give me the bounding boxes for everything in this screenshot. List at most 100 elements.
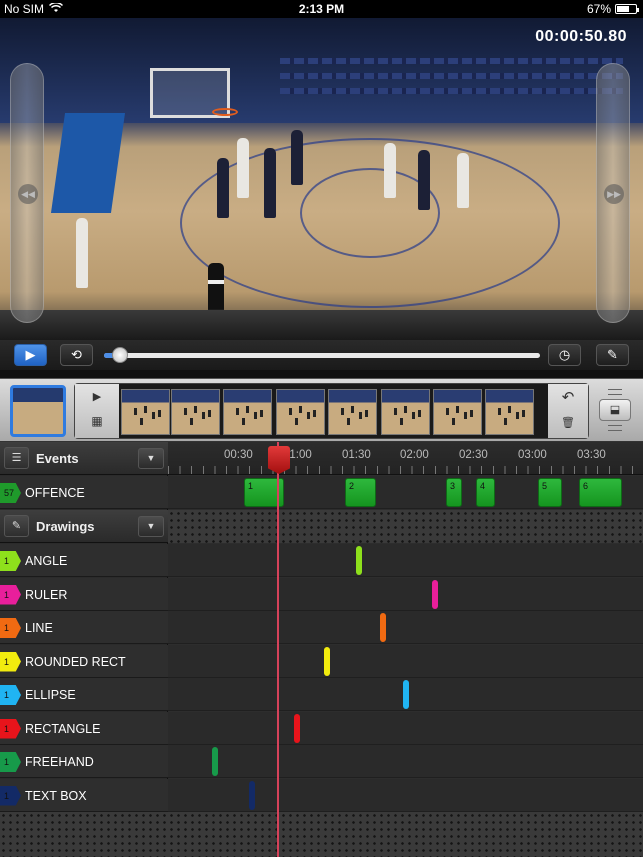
hoop — [212, 108, 238, 116]
video-crowd — [0, 310, 643, 340]
video-seats — [280, 73, 623, 79]
filmstrip-frame[interactable] — [171, 389, 220, 435]
battery-icon — [615, 4, 639, 14]
empty-track-area — [0, 812, 643, 857]
drawing-marker[interactable] — [380, 613, 386, 642]
chevron-down-icon[interactable]: ▼ — [138, 448, 164, 469]
drawing-marker[interactable] — [212, 747, 218, 776]
drawings-group-header[interactable]: ✎ Drawings ▼ — [0, 510, 168, 543]
drawing-marker[interactable] — [324, 646, 330, 676]
drawing-track[interactable] — [168, 644, 643, 678]
event-clip[interactable]: 6 — [579, 478, 622, 507]
play-icon: ▶ — [25, 347, 36, 362]
player — [418, 150, 430, 210]
filmstrip-frame[interactable] — [223, 389, 272, 435]
drawing-marker[interactable] — [432, 579, 438, 609]
drawings-title: Drawings — [36, 519, 95, 534]
count-badge: 57 — [0, 483, 21, 503]
drawing-marker[interactable] — [294, 713, 300, 743]
drawing-track[interactable] — [168, 577, 643, 611]
filmstrip-frame[interactable] — [328, 389, 377, 435]
offence-track[interactable]: 123456 — [168, 476, 643, 509]
pencil-icon: ✎ — [607, 347, 618, 362]
player — [264, 148, 276, 218]
play-button[interactable]: ▶ — [14, 344, 47, 366]
trash-icon[interactable]: 🗑 — [548, 416, 588, 429]
filmstrip-frame[interactable] — [485, 389, 534, 435]
drawing-track[interactable] — [168, 678, 643, 711]
track-row-line[interactable]: 1 LINE — [0, 611, 168, 644]
video-player[interactable]: 00:00:50.80 ◀◀ ▶▶ — [0, 18, 643, 340]
event-clip[interactable]: 3 — [446, 478, 462, 507]
events-group-header[interactable]: ☰ Events ▼ — [0, 442, 168, 475]
playhead-handle[interactable] — [268, 446, 290, 474]
drawing-marker[interactable] — [356, 546, 362, 575]
panel-toggle[interactable]: ⬓ — [596, 389, 634, 433]
filmstrip-frame[interactable] — [381, 389, 430, 435]
status-bar: No SIM 2:13 PM 67% — [0, 0, 643, 18]
loop-icon: ⟲ — [71, 347, 82, 362]
track-row-offence[interactable]: 57 OFFENCE — [0, 476, 168, 509]
event-clip[interactable]: 5 — [538, 478, 562, 507]
chevron-down-icon[interactable]: ▼ — [138, 516, 164, 537]
filmstrip-play-icon[interactable]: ▶ — [75, 390, 119, 403]
video-timecode: 00:00:50.80 — [535, 28, 627, 45]
frame-player — [242, 418, 245, 425]
pencil-icon[interactable]: ✎ — [4, 515, 29, 537]
panel-toggle-icon[interactable]: ⬓ — [599, 399, 631, 421]
frame-player — [516, 412, 519, 419]
frame-player — [522, 410, 525, 417]
filmstrip-frame[interactable] — [121, 389, 170, 435]
track-row-ellipse[interactable]: 1 ELLIPSE — [0, 678, 168, 711]
frame-player — [295, 418, 298, 425]
player — [384, 143, 396, 198]
frame-player — [508, 406, 511, 413]
track-row-text-box[interactable]: 1 TEXT BOX — [0, 778, 168, 812]
track-row-ruler[interactable]: 1 RULER — [0, 577, 168, 611]
track-label: TEXT BOX — [25, 788, 87, 803]
drawing-marker[interactable] — [249, 780, 255, 810]
track-label: LINE — [25, 621, 53, 635]
rewind-icon[interactable]: ◀◀ — [18, 184, 38, 204]
scrub-bar[interactable] — [104, 347, 540, 363]
clock-icon: ◷ — [558, 347, 571, 362]
film-icon[interactable]: ▦ — [75, 414, 119, 428]
filmstrip-frame[interactable] — [433, 389, 482, 435]
track-row-rounded-rect[interactable]: 1 ROUNDED RECT — [0, 644, 168, 678]
loop-button[interactable]: ⟲ — [60, 344, 93, 366]
list-icon[interactable]: ☰ — [4, 447, 29, 469]
forward-slider[interactable]: ▶▶ — [596, 63, 630, 323]
drawing-track[interactable] — [168, 778, 643, 812]
player — [457, 153, 469, 208]
filmstrip-left-controls: ▶ ▦ — [75, 384, 119, 438]
filmstrip-panel: ▶ ▦ ↶ 🗑 ⬓ — [0, 378, 643, 442]
track-row-rectangle[interactable]: 1 RECTANGLE — [0, 711, 168, 745]
playhead-line — [277, 442, 279, 857]
rewind-slider[interactable]: ◀◀ — [10, 63, 44, 323]
filmstrip-frame[interactable] — [276, 389, 325, 435]
filmstrip[interactable]: ▶ ▦ ↶ 🗑 — [74, 383, 589, 439]
scrub-handle[interactable] — [112, 347, 128, 363]
frame-player — [347, 418, 350, 425]
time-button[interactable]: ◷ — [548, 344, 581, 366]
battery-group: 67% — [587, 2, 639, 16]
track-row-angle[interactable]: 1 ANGLE — [0, 544, 168, 577]
current-clip-thumbnail[interactable] — [10, 385, 66, 437]
event-clip[interactable]: 2 — [345, 478, 376, 507]
undo-icon[interactable]: ↶ — [548, 388, 588, 406]
frame-player — [236, 408, 239, 415]
clock: 2:13 PM — [298, 2, 345, 16]
drawing-track[interactable] — [168, 711, 643, 745]
drawing-track[interactable] — [168, 745, 643, 778]
drawing-marker[interactable] — [403, 680, 409, 709]
drawing-track[interactable] — [168, 611, 643, 644]
event-clip[interactable]: 4 — [476, 478, 495, 507]
frame-player — [254, 412, 257, 419]
fast-forward-icon[interactable]: ▶▶ — [604, 184, 624, 204]
draw-button[interactable]: ✎ — [596, 344, 629, 366]
count-badge: 1 — [0, 785, 21, 806]
drawing-track[interactable] — [168, 544, 643, 577]
count-badge: 1 — [0, 551, 21, 571]
time-ruler[interactable]: 00:30 01:00 01:30 02:00 02:30 03:00 03:30 — [168, 442, 643, 475]
track-row-freehand[interactable]: 1 FREEHAND — [0, 745, 168, 778]
